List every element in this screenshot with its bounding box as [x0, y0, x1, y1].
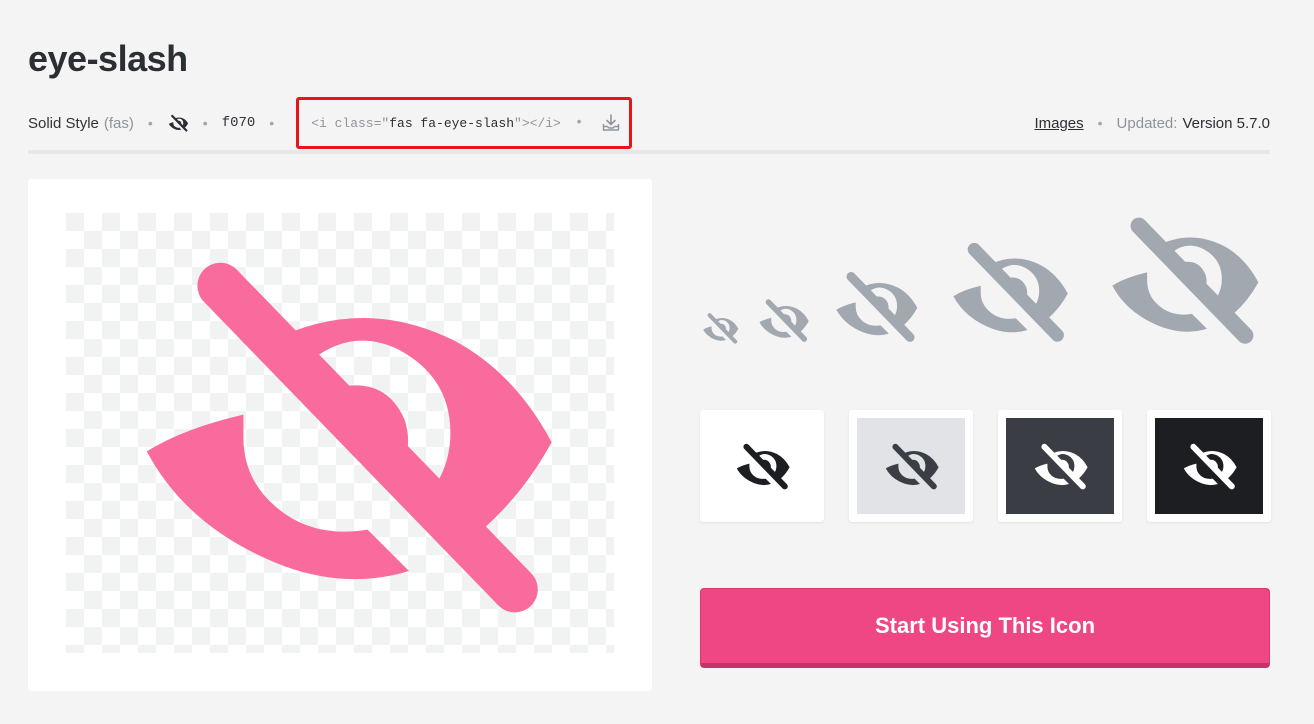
- swatch-background: [1006, 418, 1114, 514]
- swatch-black[interactable]: [1147, 410, 1271, 522]
- code-class-name: fas fa-eye-slash: [389, 115, 515, 131]
- swatch-background: [857, 418, 965, 514]
- eye-slash-icon: [936, 226, 1080, 356]
- code-close-tag: "></i>: [514, 115, 561, 131]
- icon-size-previews: [690, 190, 1280, 360]
- images-link[interactable]: Images: [1034, 115, 1083, 132]
- separator: •: [202, 115, 208, 131]
- swatch-background: [708, 418, 816, 514]
- eye-slash-icon: [698, 308, 742, 348]
- meta-right: Images • Updated: Version 5.7.0: [1034, 115, 1270, 132]
- separator: •: [269, 115, 275, 131]
- separator: •: [574, 115, 584, 131]
- html-code-snippet[interactable]: <i class=" fas fa-eye-slash "></i> •: [296, 97, 633, 149]
- swatch-background: [1155, 418, 1263, 514]
- start-using-icon-button[interactable]: Start Using This Icon: [700, 588, 1270, 668]
- icon-meta-bar: Solid Style (fas) • • f070 • <i class=" …: [28, 97, 1270, 149]
- header-divider: [28, 150, 1270, 154]
- separator: •: [1097, 115, 1103, 131]
- swatch-light-gray[interactable]: [849, 410, 973, 522]
- unicode-value[interactable]: f070: [222, 115, 256, 131]
- swatch-dark-gray[interactable]: [998, 410, 1122, 522]
- download-icon[interactable]: [601, 113, 621, 133]
- eye-slash-icon: [824, 260, 926, 352]
- icon-preview-canvas: [66, 213, 614, 653]
- eye-slash-icon: [752, 292, 814, 348]
- eye-slash-icon: [1176, 436, 1242, 496]
- swatch-white[interactable]: [700, 410, 824, 522]
- version-value: Version 5.7.0: [1182, 114, 1270, 132]
- separator: •: [147, 115, 153, 131]
- style-label: Solid Style: [28, 114, 99, 132]
- eye-slash-icon: [167, 112, 189, 134]
- style-prefix: (fas): [103, 114, 134, 132]
- eye-slash-icon: [878, 436, 944, 496]
- eye-slash-icon: [729, 436, 795, 496]
- updated-label: Updated:: [1116, 114, 1178, 132]
- eye-slash-icon: [1027, 436, 1093, 496]
- code-open-tag: <i class=": [311, 115, 390, 131]
- icon-preview-panel: [28, 179, 652, 691]
- eye-slash-icon: [1088, 196, 1276, 362]
- page-title: eye-slash: [28, 38, 188, 79]
